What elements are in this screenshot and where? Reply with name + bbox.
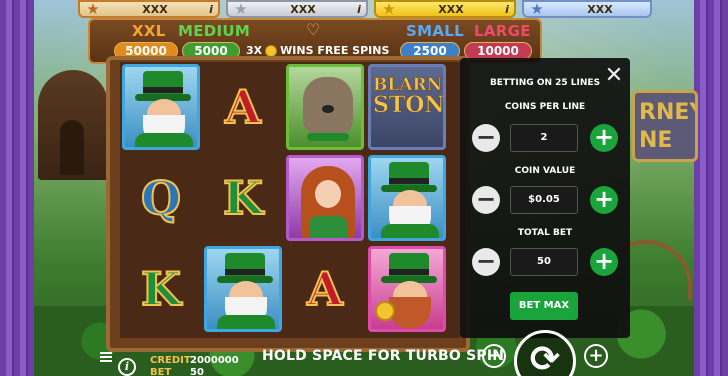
body-shape [381, 223, 439, 238]
right-curtain [694, 0, 728, 376]
leprechaun-symbol [204, 245, 282, 332]
fairy-dress-shape [309, 215, 347, 238]
jackpot-silver-value: XXX [290, 2, 316, 16]
bg-sign-line2: NE [639, 128, 673, 153]
leprechaun-symbol [368, 154, 446, 241]
hat-shape [135, 70, 191, 101]
coin-value-value: $0.05 [510, 186, 578, 214]
hat-shape [217, 252, 273, 283]
king-symbol: K [222, 170, 264, 226]
background-blarney-sign: RNEY NE [632, 90, 698, 162]
bg-sign-line1: RNEY [639, 100, 695, 125]
reel-cell-r2c2: A [285, 244, 365, 333]
betting-lines-title: BETTING ON 25 LINES [489, 78, 601, 88]
hat-shape [381, 252, 437, 283]
reel-cell-r1c3 [367, 153, 447, 242]
dog-symbol [286, 63, 364, 150]
jackpot-gold[interactable]: ★ XXX i [374, 0, 516, 18]
coins-per-line-label: COINS PER LINE [504, 102, 586, 112]
large-label: LARGE [474, 22, 531, 40]
reel-cell-r0c2 [285, 62, 365, 151]
reel-grid: A BLARNEY STONE Q K K [120, 62, 460, 338]
jackpot-blue-value: XXX [587, 2, 613, 16]
reel-cell-r1c2 [285, 153, 365, 242]
beard-shape [389, 296, 431, 329]
total-bet-label: TOTAL BET [517, 228, 573, 238]
hat-band-shape [389, 268, 429, 275]
xxl-label: XXL [132, 22, 166, 40]
leprechaun-symbol [122, 63, 200, 150]
silver-star-icon: ★ [234, 0, 248, 18]
jackpot-gold-value: XXX [438, 2, 464, 16]
info-icon[interactable]: i [118, 358, 136, 376]
dog-nose-shape [322, 104, 334, 113]
body-shape [217, 314, 275, 329]
jackpot-silver[interactable]: ★ XXX i [226, 0, 368, 18]
coin-value-label: COIN VALUE [514, 166, 576, 176]
reel-cell-r2c1 [203, 244, 283, 333]
reel-cell-r0c0 [121, 62, 201, 151]
gold-star-icon: ★ [382, 0, 396, 18]
ace-symbol: A [306, 261, 344, 317]
coin-icon [265, 44, 278, 57]
reel-cell-r2c0: K [121, 244, 201, 333]
jackpot-bronze-value: XXX [142, 2, 168, 16]
bronze-star-icon: ★ [86, 0, 100, 18]
total-bet-minus-button[interactable]: − [472, 248, 500, 276]
ace-symbol: A [224, 79, 262, 135]
total-bet-value: 50 [510, 248, 578, 276]
hat-shape [381, 161, 437, 192]
credit-value: 2000000 [190, 355, 239, 366]
blarney-stone-symbol: BLARNEY STONE [368, 63, 446, 150]
credit-label: CREDIT [150, 355, 191, 366]
collar-shape [307, 132, 349, 141]
jackpot-gold-info-icon[interactable]: i [500, 3, 514, 16]
reel-cell-r2c3 [367, 244, 447, 333]
stone-bottom-text: STONE [373, 91, 445, 118]
decrease-bet-button[interactable]: − [482, 344, 506, 368]
hat-band-shape [389, 177, 429, 184]
jackpot-blue[interactable]: ★ XXX [522, 0, 652, 18]
jackpot-silver-info-icon[interactable]: i [352, 3, 366, 16]
fairy-face-shape [315, 179, 341, 208]
left-curtain [0, 0, 34, 376]
reel-cell-r1c0: Q [121, 153, 201, 242]
queen-symbol: Q [140, 170, 182, 226]
hat-band-shape [225, 268, 265, 275]
hat-band-shape [143, 86, 183, 93]
jackpot-bronze-info-icon[interactable]: i [204, 3, 218, 16]
jackpot-bar: ★ XXX i ★ XXX i ★ XXX i ★ XXX [0, 0, 728, 20]
coin-value-minus-button[interactable]: − [472, 186, 500, 214]
turbo-spin-hint: HOLD SPACE FOR TURBO SPIN [262, 348, 505, 364]
coin-value-plus-button[interactable]: + [590, 186, 618, 214]
bet-label: BET [150, 367, 172, 376]
bet-value: 50 [190, 367, 204, 376]
small-label: SMALL [406, 22, 464, 40]
reel-cell-r1c1: K [203, 153, 283, 242]
leprechaun-wild-symbol [368, 245, 446, 332]
jackpot-bronze[interactable]: ★ XXX i [78, 0, 220, 18]
medium-label: MEDIUM [178, 22, 251, 40]
cottage-door [60, 120, 84, 175]
coins-per-line-value: 2 [510, 124, 578, 152]
blue-star-icon: ★ [530, 0, 544, 18]
reel-cell-r0c3: BLARNEY STONE [367, 62, 447, 151]
coins-per-line-minus-button[interactable]: − [472, 124, 500, 152]
reel-cell-r0c1: A [203, 62, 283, 151]
bet-settings-panel: ✕ BETTING ON 25 LINES COINS PER LINE − 2… [460, 58, 630, 338]
coins-per-line-plus-button[interactable]: + [590, 124, 618, 152]
blarney-stone-text: BLARNEY STONE [373, 74, 445, 118]
gold-coin-icon [375, 300, 395, 321]
menu-icon[interactable] [100, 352, 112, 362]
celtic-heart-icon: ♡ [306, 20, 321, 39]
king-symbol: K [140, 261, 182, 317]
total-bet-plus-button[interactable]: + [590, 248, 618, 276]
increase-bet-button[interactable]: + [584, 344, 608, 368]
fairy-symbol [286, 154, 364, 241]
body-shape [135, 132, 193, 147]
bet-max-button[interactable]: BET MAX [510, 292, 578, 320]
